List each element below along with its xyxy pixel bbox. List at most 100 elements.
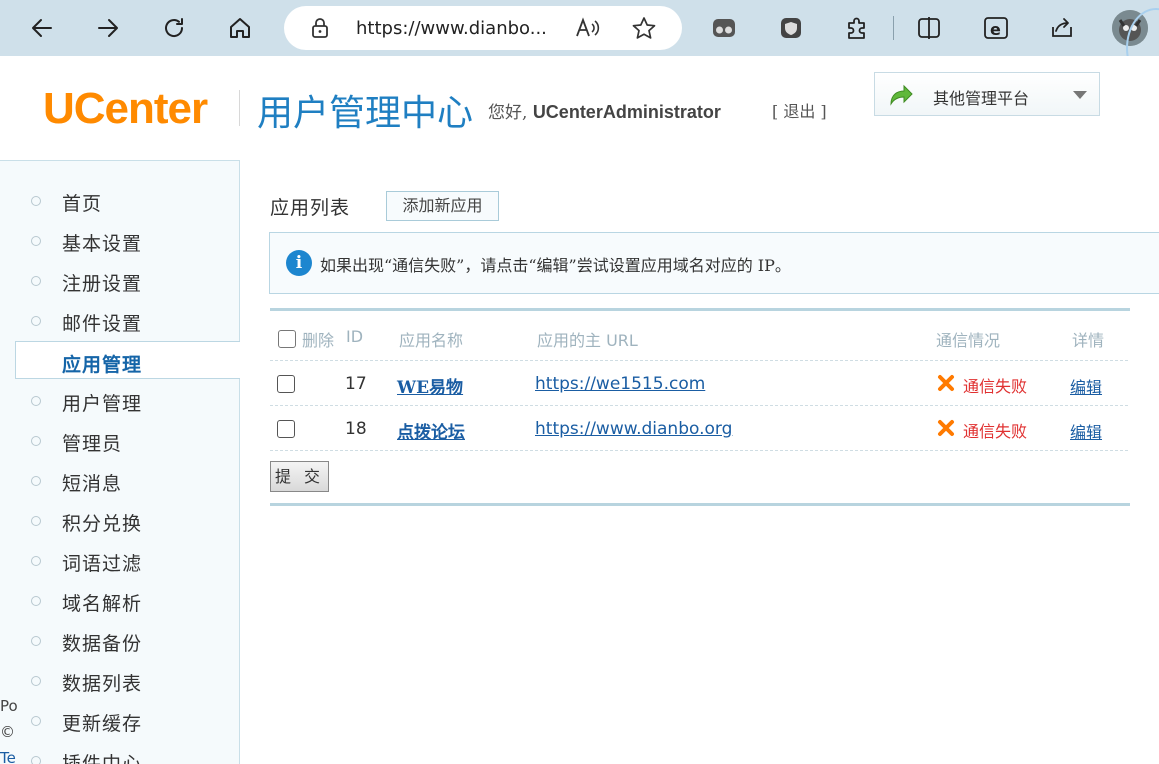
app-name-link[interactable]: 点拨论坛	[397, 418, 465, 443]
section-title: 应用列表	[270, 197, 351, 219]
url-text[interactable]: https://www.dianbo...	[356, 18, 547, 39]
column-header-status: 通信情况	[936, 331, 1001, 350]
column-header-url: 应用的主 URL	[537, 331, 638, 350]
refresh-icon	[165, 18, 184, 37]
sidebar-item-update-cache[interactable]: 更新缓存	[0, 701, 240, 739]
forward-button[interactable]	[88, 8, 128, 48]
back-button[interactable]	[22, 8, 62, 48]
status-badge: 通信失败	[963, 422, 1028, 441]
platform-select-label: 其他管理平台	[933, 89, 1030, 108]
sidebar-item-home[interactable]: 首页	[0, 181, 240, 219]
sidebar-item-label: 邮件设置	[62, 313, 143, 335]
app-url-link[interactable]: https://www.dianbo.org	[535, 419, 732, 439]
refresh-button[interactable]	[154, 8, 194, 48]
ie-mode-icon: e	[984, 17, 1008, 39]
sidebar-item-label: 数据备份	[62, 633, 143, 655]
split-screen-icon	[918, 17, 940, 39]
bullet-icon	[31, 476, 41, 486]
sidebar-item-label: 用户管理	[62, 393, 143, 415]
sidebar-item-basic-settings[interactable]: 基本设置	[0, 221, 240, 259]
footer-fragment: ©	[0, 723, 15, 741]
greeting-prefix: 您好,	[488, 103, 528, 123]
platform-select[interactable]: 其他管理平台	[874, 72, 1100, 116]
footer-fragment: Po	[0, 697, 18, 715]
ucenter-logo: UCenter	[43, 84, 208, 133]
add-app-button[interactable]: 添加新应用	[386, 191, 499, 221]
app-name-link[interactable]: WE易物	[397, 373, 463, 398]
home-button[interactable]	[220, 8, 260, 48]
notice-text: 如果出现“通信失败”，请点击“编辑”尝试设置应用域名对应的 IP。	[320, 256, 791, 275]
main-content: 应用列表 添加新应用 i 如果出现“通信失败”，请点击“编辑”尝试设置应用域名对…	[241, 160, 1159, 764]
sidebar-item-word-filter[interactable]: 词语过滤	[0, 541, 240, 579]
green-arrow-icon	[890, 84, 913, 106]
shield-button[interactable]	[776, 13, 806, 43]
column-header-name: 应用名称	[399, 331, 464, 350]
row-checkbox[interactable]	[277, 420, 295, 438]
sidebar-item-label: 管理员	[62, 433, 123, 455]
bullet-icon	[31, 636, 41, 646]
sidebar-item-user-management[interactable]: 用户管理	[0, 381, 240, 419]
fail-x-icon	[938, 375, 954, 391]
sidebar-item-label: 应用管理	[62, 354, 143, 376]
fail-x-icon	[938, 420, 954, 436]
sidebar-item-label: 短消息	[62, 473, 123, 495]
address-bar[interactable]: https://www.dianbo...	[284, 6, 682, 50]
submit-button[interactable]: 提 交	[270, 461, 329, 492]
lock-icon[interactable]	[310, 17, 330, 39]
forward-icon	[98, 19, 118, 37]
back-icon	[32, 19, 52, 37]
edit-link[interactable]: 编辑	[1070, 374, 1102, 398]
row-divider	[270, 405, 1128, 406]
row-divider	[270, 360, 1128, 361]
extension-button[interactable]	[709, 13, 739, 43]
sidebar-item-app-management[interactable]: 应用管理	[15, 341, 240, 379]
svg-text:e: e	[990, 20, 1001, 39]
greeting: 您好, UCenterAdministrator	[488, 98, 721, 123]
sidebar-item-register-settings[interactable]: 注册设置	[0, 261, 240, 299]
split-screen-button[interactable]	[914, 13, 944, 43]
sidebar-item-messages[interactable]: 短消息	[0, 461, 240, 499]
sidebar: 首页 基本设置 注册设置 邮件设置 应用管理 用户管理 管理员 短消息 积分兑换…	[0, 160, 240, 764]
sidebar-item-plugin-center[interactable]: 插件中心	[0, 741, 240, 764]
bullet-icon	[31, 236, 41, 246]
bullet-icon	[31, 516, 41, 526]
toolbar-divider	[893, 16, 894, 40]
ie-mode-button[interactable]: e	[981, 13, 1011, 43]
bullet-icon	[31, 276, 41, 286]
home-icon	[230, 18, 250, 38]
bullet-icon	[31, 676, 41, 686]
bullet-icon	[31, 596, 41, 606]
row-checkbox[interactable]	[277, 375, 295, 393]
sidebar-item-admins[interactable]: 管理员	[0, 421, 240, 459]
sidebar-item-data-list[interactable]: 数据列表	[0, 661, 240, 699]
page-header: UCenter 用户管理中心 您好, UCenterAdministrator …	[0, 56, 1159, 160]
column-header-id: ID	[346, 327, 364, 346]
sidebar-item-label: 数据列表	[62, 673, 143, 695]
notice-box: i 如果出现“通信失败”，请点击“编辑”尝试设置应用域名对应的 IP。	[269, 232, 1159, 294]
info-icon: i	[286, 250, 312, 276]
page-title: 用户管理中心	[257, 93, 474, 134]
shield-icon	[781, 18, 801, 38]
read-aloud-icon[interactable]	[574, 16, 600, 40]
app-id: 17	[345, 374, 367, 394]
select-all-checkbox[interactable]	[278, 330, 296, 348]
favorite-star-icon[interactable]	[631, 16, 657, 40]
chevron-down-icon	[1073, 91, 1087, 99]
app-url-link[interactable]: https://we1515.com	[535, 374, 705, 394]
bullet-icon	[31, 756, 41, 764]
bullet-icon	[31, 556, 41, 566]
sidebar-item-mail-settings[interactable]: 邮件设置	[0, 301, 240, 339]
sidebar-item-data-backup[interactable]: 数据备份	[0, 621, 240, 659]
share-button[interactable]	[1047, 13, 1077, 43]
bullet-icon	[31, 196, 41, 206]
logout-link[interactable]: [ 退出 ]	[772, 98, 827, 122]
sidebar-item-domain-resolve[interactable]: 域名解析	[0, 581, 240, 619]
footer-link[interactable]: Te	[0, 749, 16, 764]
app-id: 18	[345, 419, 367, 439]
sidebar-item-credit-exchange[interactable]: 积分兑换	[0, 501, 240, 539]
puzzle-icon	[848, 17, 865, 39]
bullet-icon	[31, 316, 41, 326]
puzzle-button[interactable]	[842, 13, 872, 43]
logo-separator	[239, 90, 240, 126]
edit-link[interactable]: 编辑	[1070, 419, 1102, 443]
